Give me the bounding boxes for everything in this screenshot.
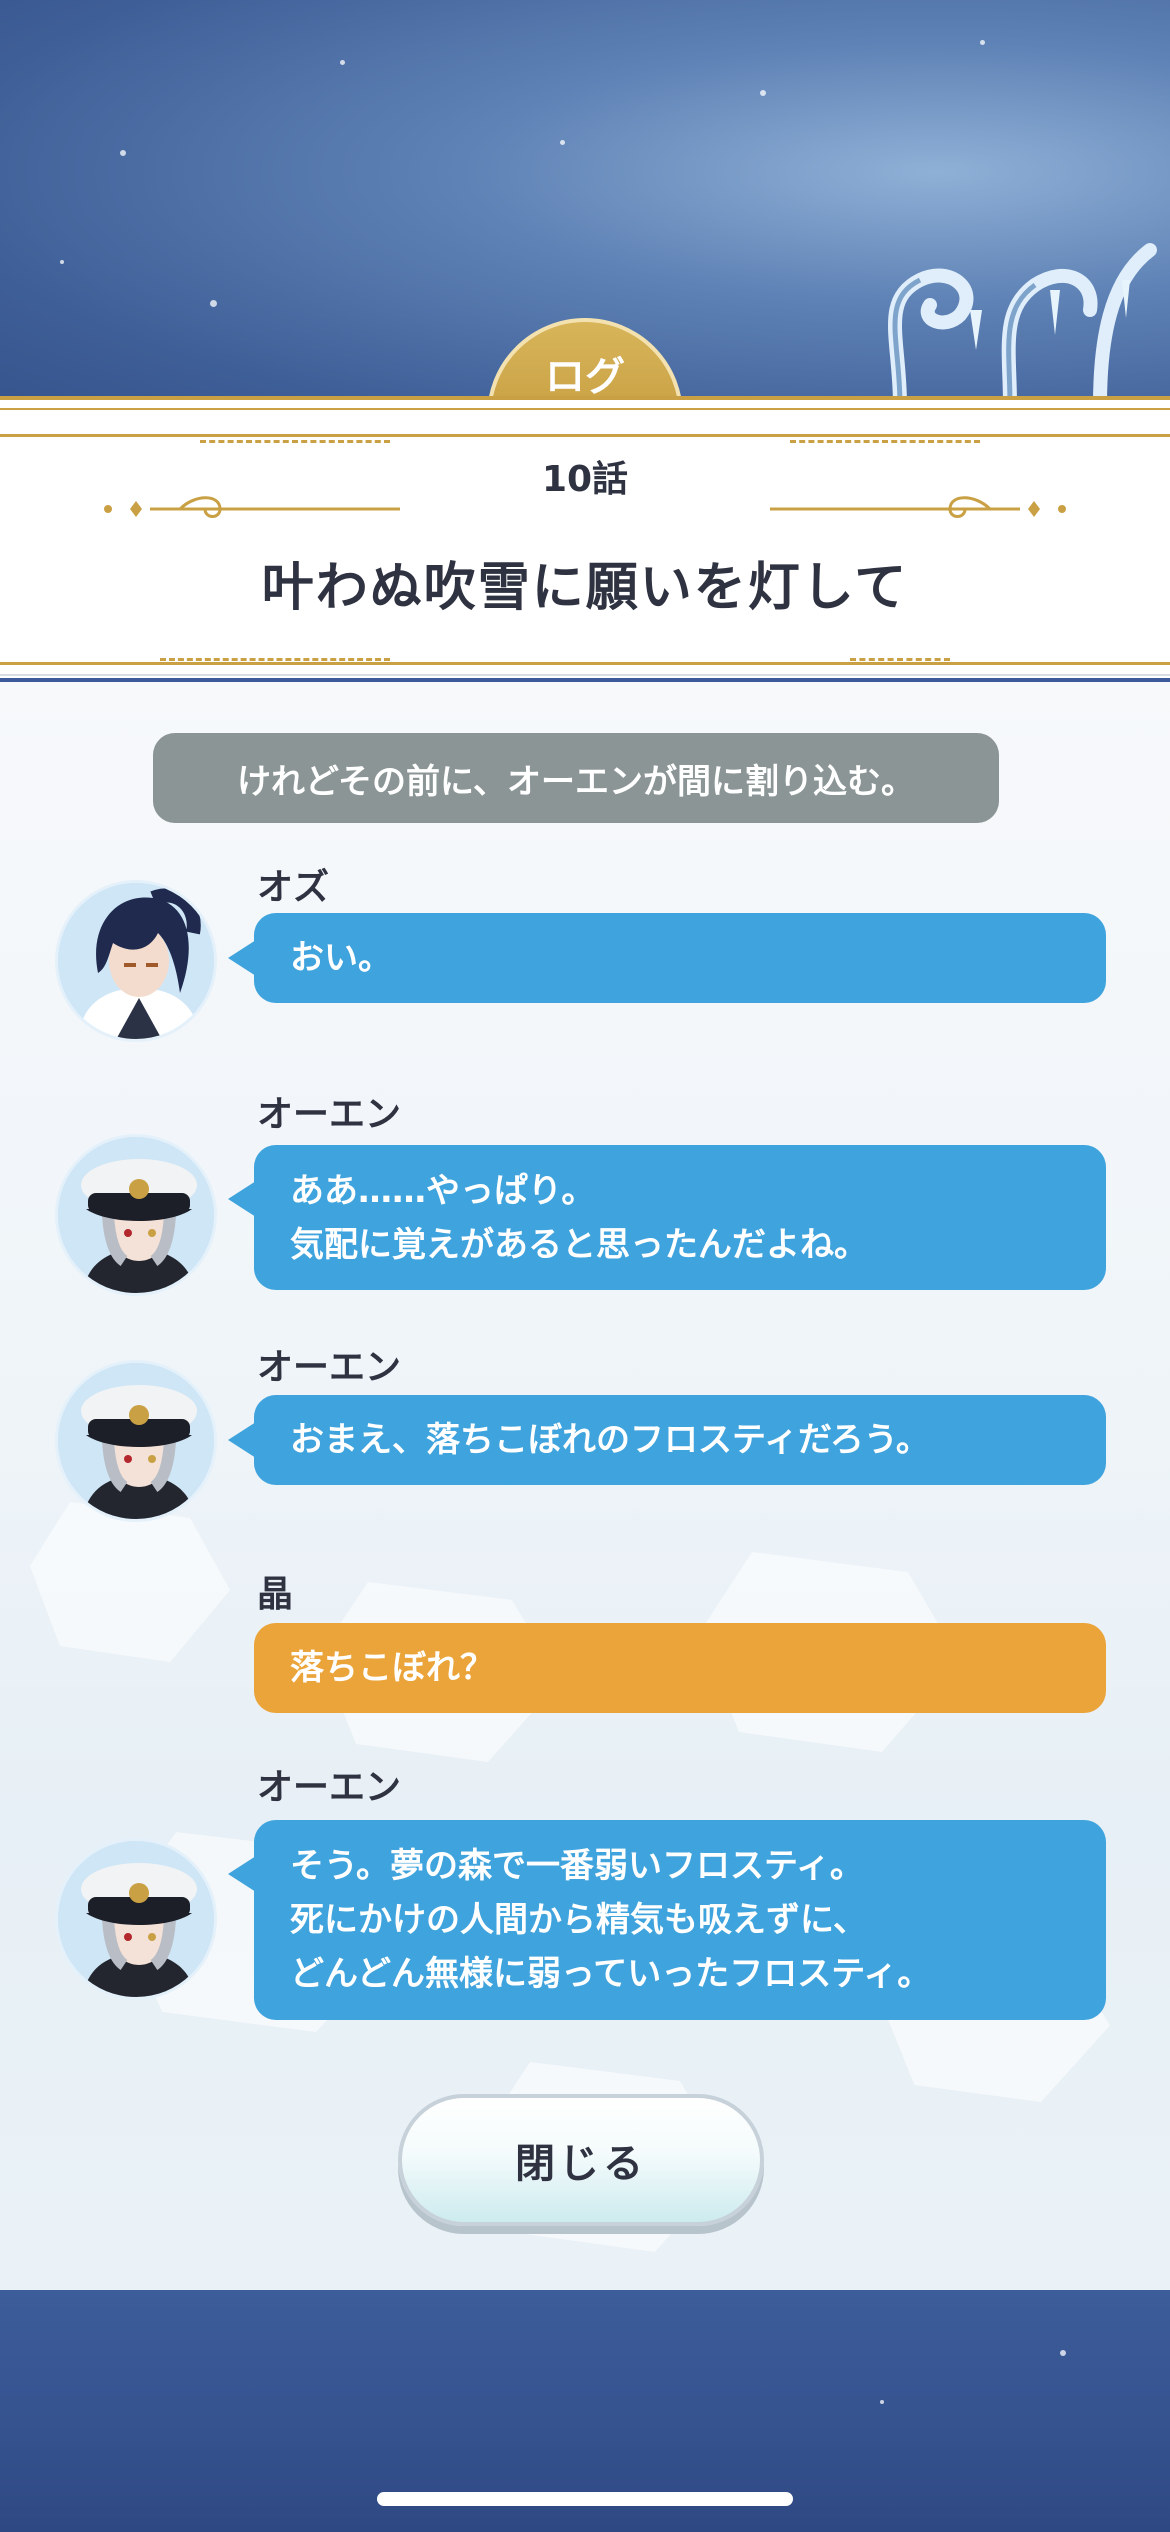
home-indicator[interactable] xyxy=(377,2492,793,2506)
player-dialogue-bubble: 落ちこぼれ？ xyxy=(254,1623,1106,1713)
snowflake xyxy=(120,150,126,156)
snowflake xyxy=(880,2400,884,2404)
header-dashes xyxy=(200,440,390,443)
bubble-tail xyxy=(228,1181,256,1217)
header-dashes xyxy=(850,658,950,661)
owen-avatar xyxy=(55,1134,217,1296)
dialogue-bubble: そう。夢の森で一番弱いフロスティ。 死にかけの人間から精気も吸えずに、 どんどん… xyxy=(228,1820,1106,2020)
bubble-tail xyxy=(228,940,256,976)
header-dashes xyxy=(790,440,980,443)
right-ornament-icon xyxy=(770,496,1066,518)
speaker-name: オズ xyxy=(257,867,330,908)
narration-text: けれどその前に、オーエンが間に割り込む。 xyxy=(237,761,915,802)
close-button[interactable]: 閉じる xyxy=(398,2094,764,2226)
snowflake xyxy=(560,140,565,145)
snowflake xyxy=(1060,2350,1066,2356)
header-top-border xyxy=(0,396,1170,400)
dialogue-line: 死にかけの人間から精気も吸えずに、 xyxy=(290,1900,867,1940)
log-tab-label: ログ xyxy=(545,354,625,400)
header-top-border-thin xyxy=(0,408,1170,410)
header-bottom-shadow xyxy=(0,674,1170,676)
dialogue-line: どんどん無様に弱っていったフロスティ。 xyxy=(290,1954,932,1994)
episode-header xyxy=(0,398,1170,678)
snowflake xyxy=(210,300,217,307)
snowflake xyxy=(60,260,64,264)
log-screen: ログ 10話 叶わぬ吹雪に願いを灯して けれどその前に、オーエンが間に割り込む。… xyxy=(0,0,1170,2532)
header-bottom-border xyxy=(0,662,1170,665)
snowflake xyxy=(760,90,766,96)
left-ornament-icon xyxy=(104,496,400,518)
owen-avatar xyxy=(55,1360,217,1522)
speaker-name: 晶 xyxy=(257,1574,294,1615)
dialogue-bubble: ああ……やっぱり。 気配に覚えがあると思ったんだよね。 xyxy=(228,1145,1106,1290)
owen-avatar xyxy=(55,1838,217,2000)
speaker-name: オーエン xyxy=(257,1767,402,1808)
speaker-name: オーエン xyxy=(257,1347,402,1388)
dialogue-line: おい。 xyxy=(290,938,392,978)
header-divider xyxy=(0,434,1170,437)
snowflake xyxy=(980,40,985,45)
header-dashes xyxy=(160,658,390,661)
episode-title: 叶わぬ吹雪に願いを灯して xyxy=(261,558,909,618)
narration-box: けれどその前に、オーエンが間に割り込む。 xyxy=(153,733,999,823)
ice-crystal-pattern xyxy=(30,1502,230,1662)
dialogue-line: そう。夢の森で一番弱いフロスティ。 xyxy=(290,1846,864,1886)
dialogue-bubble: おまえ、落ちこぼれのフロスティだろう。 xyxy=(228,1395,1106,1485)
dialogue-line: 落ちこぼれ？ xyxy=(290,1648,494,1688)
dialogue-bubble: おい。 xyxy=(228,913,1106,1003)
dialogue-line: ああ……やっぱり。 xyxy=(290,1170,596,1211)
speaker-name: オーエン xyxy=(257,1094,402,1135)
dialogue-line: おまえ、落ちこぼれのフロスティだろう。 xyxy=(290,1420,930,1460)
bubble-tail xyxy=(228,1422,256,1458)
frozen-branch-decoration xyxy=(888,243,1157,405)
oz-avatar xyxy=(55,880,217,1042)
bubble-tail xyxy=(228,1856,256,1892)
dialogue-line: 気配に覚えがあると思ったんだよね。 xyxy=(290,1224,868,1265)
snowflake xyxy=(340,60,345,65)
